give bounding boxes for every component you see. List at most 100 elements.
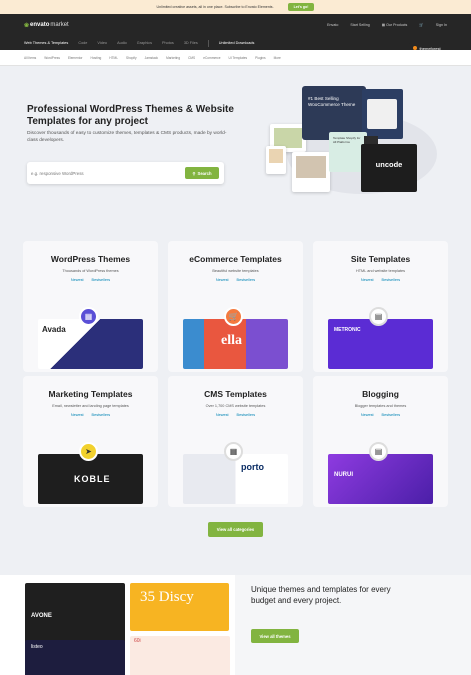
subnav-item[interactable]: Elementor	[68, 56, 83, 60]
view-all-themes-button[interactable]: View all themes	[251, 629, 299, 643]
subnav-item[interactable]: HTML	[109, 56, 118, 60]
collage-thumb	[266, 146, 286, 174]
nav-code[interactable]: Code	[78, 41, 87, 45]
header-link-our-products[interactable]: ▦ Our Products	[382, 23, 408, 27]
cms-grid-icon: ▦	[224, 442, 243, 461]
main-nav: Web Themes & Templates Code Video Audio …	[0, 36, 471, 50]
category-preview: ella	[183, 319, 288, 369]
category-card-marketing[interactable]: Marketing Templates Email, newsletter an…	[23, 376, 158, 507]
subnav-item[interactable]: WordPress	[44, 56, 60, 60]
view-all-categories-button[interactable]: View all categories	[208, 522, 263, 537]
newest-link[interactable]: Newest	[361, 413, 374, 417]
showcase-60i: 60i	[130, 636, 230, 675]
preview-label: Avada	[42, 325, 66, 334]
subnav-item[interactable]: All Items	[24, 56, 36, 60]
category-desc: Beautiful website templates	[212, 269, 259, 273]
showcase-discy: 35 Discy	[130, 583, 229, 631]
showcase-label: listeo	[31, 644, 43, 650]
hero-title: Professional WordPress Themes & Website …	[27, 104, 234, 127]
nav-video[interactable]: Video	[97, 41, 107, 45]
subnav-item[interactable]: Hosting	[90, 56, 101, 60]
wordpress-icon: ▦	[79, 307, 98, 326]
search-button[interactable]: ⚲ Search	[185, 167, 219, 179]
category-card-site-templates[interactable]: Site Templates HTML and website template…	[313, 241, 448, 372]
subnav-item[interactable]: Marketing	[166, 56, 180, 60]
category-preview: KOBLE	[38, 454, 143, 504]
showcase-label: 35 Discy	[140, 589, 194, 605]
megaphone-icon: ➤	[79, 442, 98, 461]
category-card-wordpress[interactable]: WordPress Themes Thousands of WordPress …	[23, 241, 158, 372]
collage-thumb	[292, 152, 330, 192]
header-link-envato[interactable]: Envato	[327, 23, 338, 27]
header-link-sign-in[interactable]: Sign In	[436, 23, 447, 27]
header-link-start-selling[interactable]: Start Selling	[350, 23, 369, 27]
nav-graphics[interactable]: Graphics	[137, 41, 152, 45]
bestsellers-link[interactable]: Bestsellers	[382, 278, 401, 282]
bestsellers-link[interactable]: Bestsellers	[237, 413, 256, 417]
promo-text: Unlimited creative assets, all in one pl…	[156, 5, 274, 9]
nav-unlimited-downloads[interactable]: Unlimited Downloads	[219, 41, 255, 45]
subnav-item[interactable]: Jamstack	[145, 56, 158, 60]
bestsellers-link[interactable]: Bestsellers	[382, 413, 401, 417]
showcase-listeo: listeo	[25, 640, 125, 675]
category-title: Blogging	[362, 389, 399, 399]
category-title: eCommerce Templates	[189, 254, 282, 264]
category-desc: Email, newsletter and landing page templ…	[52, 404, 129, 408]
nav-audio[interactable]: Audio	[117, 41, 127, 45]
preview-label: porto	[241, 462, 264, 472]
nav-3d-files[interactable]: 3D Files	[184, 41, 198, 45]
hero-collage: #1 Best Selling WooCommerce Theme Templa…	[262, 84, 452, 194]
subnav-item[interactable]: UI Templates	[229, 56, 248, 60]
newest-link[interactable]: Newest	[71, 278, 84, 282]
bestsellers-link[interactable]: Bestsellers	[92, 278, 111, 282]
category-preview: METRONIC	[328, 319, 433, 369]
newest-link[interactable]: Newest	[71, 413, 84, 417]
search-input[interactable]	[31, 166, 171, 180]
logo-brand: envato	[30, 22, 50, 28]
category-preview: NURUI	[328, 454, 433, 504]
bottom-title: Unique themes and templates for every bu…	[251, 585, 391, 605]
category-preview: porto	[183, 454, 288, 504]
search-box: ⚲ Search	[27, 162, 224, 184]
subnav-item[interactable]: CMS	[188, 56, 195, 60]
cart-icon[interactable]: 🛒	[419, 23, 423, 27]
category-title: WordPress Themes	[50, 254, 131, 264]
category-desc: Thousands of WordPress themes	[62, 269, 119, 273]
subnav-item[interactable]: More	[274, 56, 281, 60]
shopping-cart-icon: 🛒	[224, 307, 243, 326]
collage-text: #1 Best Selling WooCommerce Theme	[308, 96, 356, 107]
showcase-avone: AVONE	[25, 583, 125, 643]
newest-link[interactable]: Newest	[216, 413, 229, 417]
category-title: CMS Templates	[204, 389, 267, 399]
nav-photos[interactable]: Photos	[162, 41, 174, 45]
category-card-cms[interactable]: CMS Templates Over 1,700 CMS website tem…	[168, 376, 303, 507]
document-icon: ▤	[369, 442, 388, 461]
subnav-item[interactable]: eCommerce	[203, 56, 220, 60]
newest-link[interactable]: Newest	[361, 278, 374, 282]
bestsellers-link[interactable]: Bestsellers	[92, 413, 111, 417]
preview-label: NURUI	[334, 472, 353, 478]
category-card-blogging[interactable]: Blogging Blogger templates and themes Ne…	[313, 376, 448, 507]
subnav-item[interactable]: Shopify	[126, 56, 137, 60]
collage-brand: uncode	[375, 160, 403, 169]
subnav-item[interactable]: Plugins	[255, 56, 265, 60]
preview-label: KOBLE	[74, 474, 111, 484]
bestsellers-link[interactable]: Bestsellers	[237, 278, 256, 282]
lets-go-button[interactable]: Let's go!	[287, 3, 315, 11]
nav-web-themes[interactable]: Web Themes & Templates	[24, 41, 68, 45]
category-card-ecommerce[interactable]: eCommerce Templates Beautiful website te…	[168, 241, 303, 372]
nav-divider	[207, 39, 209, 47]
code-window-icon: ▤	[369, 307, 388, 326]
sub-nav: All Items WordPress Elementor Hosting HT…	[0, 50, 471, 66]
category-desc: Blogger templates and themes	[354, 404, 407, 408]
leaf-icon: ❀	[24, 22, 30, 29]
envato-market-logo[interactable]: ❀ envato market	[24, 22, 69, 29]
category-preview: Avada	[38, 319, 143, 369]
showcase-label: 60i	[134, 638, 141, 644]
search-button-label: Search	[197, 170, 212, 176]
category-desc: Over 1,700 CMS website templates	[205, 404, 266, 408]
category-title: Marketing Templates	[48, 389, 133, 399]
top-header: ❀ envato market Envato Start Selling ▦ Ou…	[0, 14, 471, 36]
search-icon: ⚲	[192, 170, 196, 176]
newest-link[interactable]: Newest	[216, 278, 229, 282]
